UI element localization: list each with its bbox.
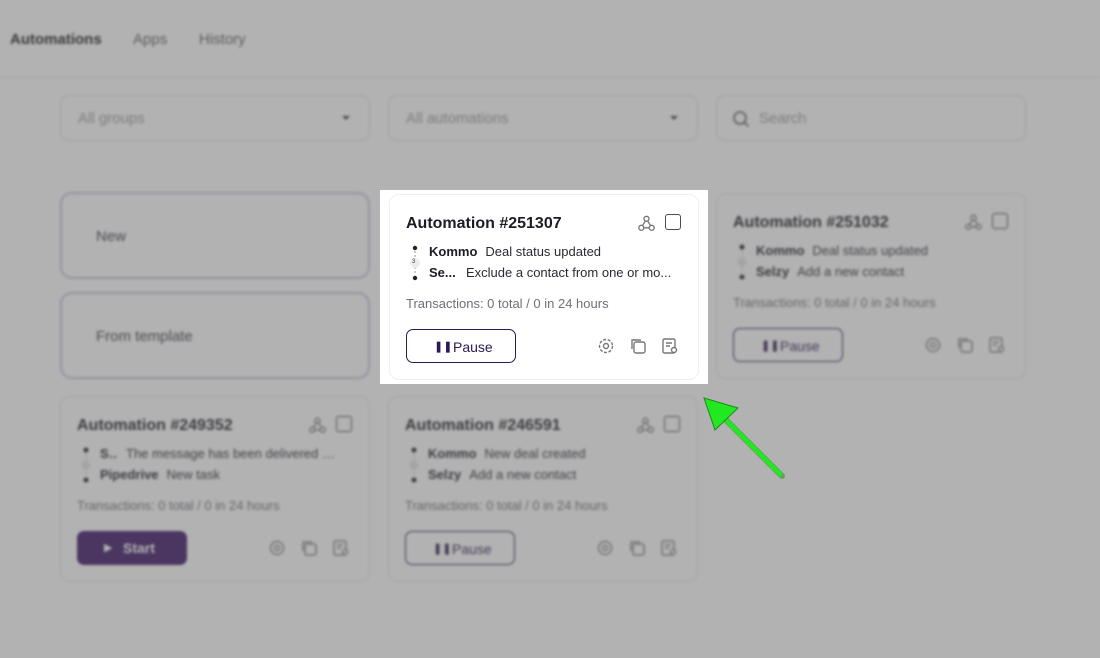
automation-title: Automation #249352 [77, 417, 233, 434]
action-app: Selzy [428, 467, 462, 482]
trigger-app: Kommo [428, 446, 477, 461]
select-checkbox[interactable] [665, 214, 681, 230]
automation-card: Automation #249352 S... The message has b… [60, 396, 370, 582]
duplicate-icon[interactable] [300, 539, 318, 557]
automation-title: Automation #251307 [406, 215, 562, 232]
action-desc: Add a new contact [469, 467, 577, 482]
search-input[interactable]: Search [716, 95, 1026, 141]
action-app: Se... [429, 265, 456, 280]
trigger-desc: Deal status updated [812, 243, 929, 258]
automation-card: Automation #251032 Kommo Deal status upda… [716, 193, 1026, 379]
trigger-desc: The message has been delivered an... [126, 446, 336, 461]
settings-gear-icon[interactable] [924, 336, 942, 354]
trigger-desc: New deal created [484, 446, 586, 461]
pause-label: Pause [452, 541, 492, 557]
trigger-desc: Deal status updated [485, 244, 602, 259]
pause-button[interactable]: ❚❚ Pause [405, 531, 515, 565]
start-button[interactable]: ▶ Start [77, 531, 187, 565]
settings-gear-icon[interactable] [597, 337, 615, 355]
trigger-step: S... The message has been delivered an... [100, 446, 336, 461]
pause-icon: ❚❚ [761, 340, 780, 352]
action-step: Se... Exclude a contact from one or mo... [429, 265, 671, 280]
play-icon: ▶ [104, 542, 113, 554]
automations-filter-dropdown[interactable]: All automations [388, 95, 698, 141]
trigger-app: Kommo [756, 243, 805, 258]
webhook-icon [309, 417, 326, 433]
pause-label: Pause [453, 339, 493, 355]
from-template-label: From template [96, 328, 193, 345]
automation-card-highlighted: Automation #251307 3 Kommo Deal status up… [389, 194, 699, 380]
nav-tab-apps[interactable]: Apps [133, 31, 167, 48]
settings-gear-icon[interactable] [596, 539, 614, 557]
start-label: Start [123, 540, 155, 556]
action-step: Selzy Add a new contact [428, 467, 576, 482]
automations-filter-placeholder: All automations [406, 110, 509, 127]
transactions-text: Transactions: 0 total / 0 in 24 hours [406, 296, 609, 311]
from-template-button[interactable]: From template [60, 292, 370, 379]
pause-icon: ❚❚ [434, 341, 453, 353]
groups-filter-dropdown[interactable]: All groups [60, 95, 370, 141]
highlight-spotlight: Automation #251307 3 Kommo Deal status up… [380, 190, 708, 384]
pause-label: Pause [780, 338, 820, 354]
chevron-down-icon [670, 116, 678, 120]
groups-filter-placeholder: All groups [78, 110, 145, 127]
logs-icon[interactable] [332, 539, 350, 557]
new-automation-label: New [96, 228, 127, 245]
trigger-app: Kommo [429, 244, 478, 259]
action-desc: New task [166, 467, 220, 482]
nav-tab-history[interactable]: History [199, 31, 246, 48]
select-checkbox[interactable] [336, 416, 352, 432]
pause-icon: ❚❚ [433, 543, 452, 555]
action-app: Selzy [756, 264, 790, 279]
chevron-down-icon [342, 116, 350, 120]
select-checkbox[interactable] [992, 213, 1008, 229]
search-placeholder: Search [759, 110, 807, 127]
settings-gear-icon[interactable] [268, 539, 286, 557]
action-desc: Exclude a contact from one or mo... [466, 265, 672, 280]
webhook-icon [637, 417, 654, 433]
step-count: 3 [412, 259, 416, 265]
logs-icon[interactable] [660, 539, 678, 557]
logs-icon[interactable] [988, 336, 1006, 354]
top-navigation: Automations Apps History [0, 0, 1100, 78]
transactions-text: Transactions: 0 total / 0 in 24 hours [77, 498, 280, 513]
select-checkbox[interactable] [664, 416, 680, 432]
automation-title: Automation #246591 [405, 417, 561, 434]
automation-card: Automation #246591 Kommo New deal created… [388, 396, 698, 582]
automation-title: Automation #251032 [733, 214, 889, 231]
action-step: Pipedrive New task [100, 467, 220, 482]
duplicate-icon[interactable] [629, 337, 647, 355]
steps-rail-icon [737, 244, 747, 280]
action-step: Selzy Add a new contact [756, 264, 904, 279]
duplicate-icon[interactable] [628, 539, 646, 557]
steps-rail-icon [409, 447, 419, 483]
duplicate-icon[interactable] [956, 336, 974, 354]
pause-button[interactable]: ❚❚ Pause [733, 328, 843, 362]
trigger-app: S... [100, 446, 118, 461]
action-app: Pipedrive [100, 467, 159, 482]
trigger-step: Kommo Deal status updated [756, 243, 928, 258]
search-icon [733, 111, 750, 128]
new-automation-button[interactable]: New [60, 192, 370, 279]
steps-rail-icon [81, 447, 91, 483]
logs-icon[interactable] [661, 337, 679, 355]
nav-tab-automations[interactable]: Automations [10, 31, 102, 48]
webhook-icon [965, 214, 982, 230]
trigger-step: Kommo New deal created [428, 446, 586, 461]
trigger-step: Kommo Deal status updated [429, 244, 601, 259]
webhook-icon [638, 215, 655, 231]
pause-button[interactable]: ❚❚ Pause [406, 329, 516, 363]
transactions-text: Transactions: 0 total / 0 in 24 hours [733, 295, 936, 310]
action-desc: Add a new contact [797, 264, 905, 279]
transactions-text: Transactions: 0 total / 0 in 24 hours [405, 498, 608, 513]
